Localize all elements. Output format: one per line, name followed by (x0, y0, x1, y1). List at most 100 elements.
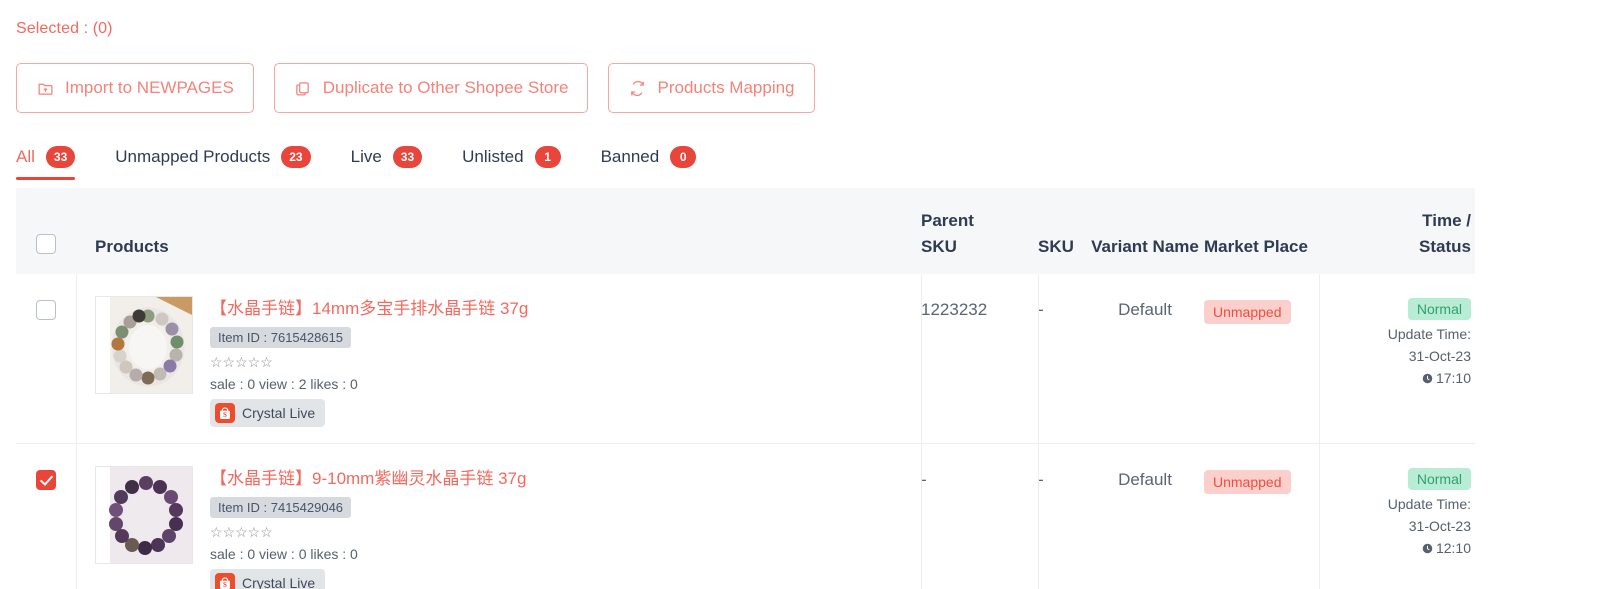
update-time-value: 12:10 (1435, 540, 1471, 556)
select-all-cell (16, 188, 76, 254)
marketplace-store-name: Crystal Live (242, 405, 316, 421)
tab-banned-count: 0 (670, 146, 697, 168)
status-badge: Normal (1407, 468, 1471, 490)
column-divider (76, 274, 77, 443)
variant-name-cell: Default (1086, 274, 1204, 320)
tab-all-label: All (16, 147, 35, 166)
item-id-badge: Item ID : 7415429046 (210, 497, 352, 518)
column-header-parent-sku-line1: Parent (921, 211, 974, 230)
rating-stars: ☆☆☆☆☆ (210, 524, 273, 540)
marketplace-store-name: Crystal Live (242, 575, 316, 589)
product-thumbnail (95, 296, 193, 394)
table-header-row: Products Parent SKU SKU Variant Name Mar… (16, 188, 1475, 274)
folder-upload-icon (36, 79, 54, 97)
market-place-cell: Unmapped (1204, 274, 1319, 324)
item-id-badge: Item ID : 7615428615 (210, 327, 352, 348)
row-checkbox[interactable] (36, 470, 56, 490)
parent-sku-value: 1223232 (921, 300, 988, 319)
product-cell: 【水晶手链】14mm多宝手排水晶手链 37g Item ID : 7615428… (76, 274, 921, 443)
column-header-sku: SKU (1038, 237, 1074, 256)
product-cell: 【水晶手链】9-10mm紫幽灵水晶手链 37g Item ID : 741542… (76, 444, 921, 589)
column-header-time-status: Time / Status (1319, 188, 1475, 260)
market-place-cell: Unmapped (1204, 444, 1319, 494)
svg-text:S: S (223, 581, 227, 589)
tab-banned[interactable]: Banned 0 (601, 146, 715, 180)
row-select-cell (16, 274, 76, 320)
select-all-checkbox[interactable] (36, 234, 56, 254)
status-tabs: All 33 Unmapped Products 23 Live 33 Unli… (16, 146, 736, 180)
rating-stars: ☆☆☆☆☆ (210, 354, 273, 370)
variant-name-value: Default (1118, 470, 1172, 489)
column-divider (921, 274, 922, 443)
column-divider (1319, 274, 1320, 443)
tab-live[interactable]: Live 33 (351, 146, 441, 180)
time-status-cell: Normal Update Time: 31-Oct-23 12:10 (1319, 444, 1475, 556)
tab-unlisted[interactable]: Unlisted 1 (462, 146, 578, 180)
tab-all[interactable]: All 33 (16, 146, 93, 180)
column-divider (1038, 444, 1039, 589)
refresh-icon (628, 79, 646, 97)
clock-icon (1422, 373, 1433, 383)
products-table: Products Parent SKU SKU Variant Name Mar… (16, 188, 1475, 589)
product-list-page: Selected : (0) Import to NEWPAGES Duplic… (0, 0, 1600, 589)
update-clock-value: 12:10 (1422, 540, 1471, 556)
copy-icon (294, 79, 312, 97)
tab-live-count: 33 (392, 146, 423, 168)
parent-sku-value: - (921, 470, 927, 489)
product-metrics: sale : 0 view : 0 likes : 0 (210, 546, 358, 562)
update-date-value: 31-Oct-23 (1408, 518, 1471, 534)
column-header-time-line1: Time / (1422, 211, 1471, 230)
tab-live-label: Live (350, 147, 382, 166)
time-status-cell: Normal Update Time: 31-Oct-23 17:10 (1319, 274, 1475, 386)
svg-text:S: S (223, 411, 227, 419)
product-title[interactable]: 【水晶手链】14mm多宝手排水晶手链 37g (210, 298, 528, 320)
column-divider (921, 444, 922, 589)
product-metrics: sale : 0 view : 2 likes : 0 (210, 376, 358, 392)
update-time-label: Update Time: (1387, 496, 1471, 512)
import-to-newpages-label: Import to NEWPAGES (65, 78, 234, 97)
marketplace-store-chip: S Crystal Live (210, 569, 326, 589)
products-mapping-button[interactable]: Products Mapping (608, 63, 815, 113)
action-toolbar: Import to NEWPAGES Duplicate to Other Sh… (16, 63, 815, 113)
import-to-newpages-button[interactable]: Import to NEWPAGES (16, 63, 254, 113)
sku-cell: - (1038, 274, 1086, 320)
column-header-products: Products (95, 237, 169, 256)
update-time-value: 17:10 (1435, 370, 1471, 386)
update-time-label: Update Time: (1387, 326, 1471, 342)
tab-unlisted-label: Unlisted (462, 147, 524, 166)
update-clock-value: 17:10 (1422, 370, 1471, 386)
column-divider (1319, 444, 1320, 589)
products-mapping-label: Products Mapping (657, 78, 795, 97)
tab-unmapped-products-count: 23 (281, 146, 311, 168)
tab-unmapped-products[interactable]: Unmapped Products 23 (115, 146, 328, 180)
column-header-time-line2: Status (1419, 237, 1471, 256)
tab-unmapped-products-label: Unmapped Products (115, 147, 271, 166)
row-checkbox[interactable] (36, 300, 56, 320)
variant-name-cell: Default (1086, 444, 1204, 490)
marketplace-store-chip: S Crystal Live (210, 399, 326, 427)
tab-all-count: 33 (45, 146, 76, 168)
column-header-variant-name: Variant Name (1091, 237, 1199, 256)
column-divider (1038, 274, 1039, 443)
sku-value: - (1038, 300, 1044, 319)
mapping-status-badge: Unmapped (1204, 300, 1291, 324)
shopee-icon: S (215, 573, 235, 589)
variant-name-value: Default (1118, 300, 1172, 319)
purple-bracelet-image (96, 467, 192, 563)
active-tab-underline (16, 177, 76, 180)
sku-value: - (1038, 470, 1044, 489)
table-row: 【水晶手链】9-10mm紫幽灵水晶手链 37g Item ID : 741542… (16, 444, 1475, 589)
product-thumbnail (95, 466, 193, 564)
column-header-parent-sku: Parent SKU (921, 188, 1038, 260)
parent-sku-cell: 1223232 (921, 274, 1038, 320)
update-date-value: 31-Oct-23 (1408, 348, 1471, 364)
multicolor-bracelet-image (96, 297, 192, 393)
product-title[interactable]: 【水晶手链】9-10mm紫幽灵水晶手链 37g (210, 468, 526, 490)
column-divider (76, 444, 77, 589)
column-header-parent-sku-line2: SKU (921, 237, 957, 256)
duplicate-to-other-shopee-store-button[interactable]: Duplicate to Other Shopee Store (273, 63, 589, 113)
selected-count-label: Selected : (0) (16, 20, 113, 37)
clock-icon (1422, 543, 1433, 553)
status-badge: Normal (1407, 298, 1471, 320)
row-select-cell (16, 444, 76, 490)
